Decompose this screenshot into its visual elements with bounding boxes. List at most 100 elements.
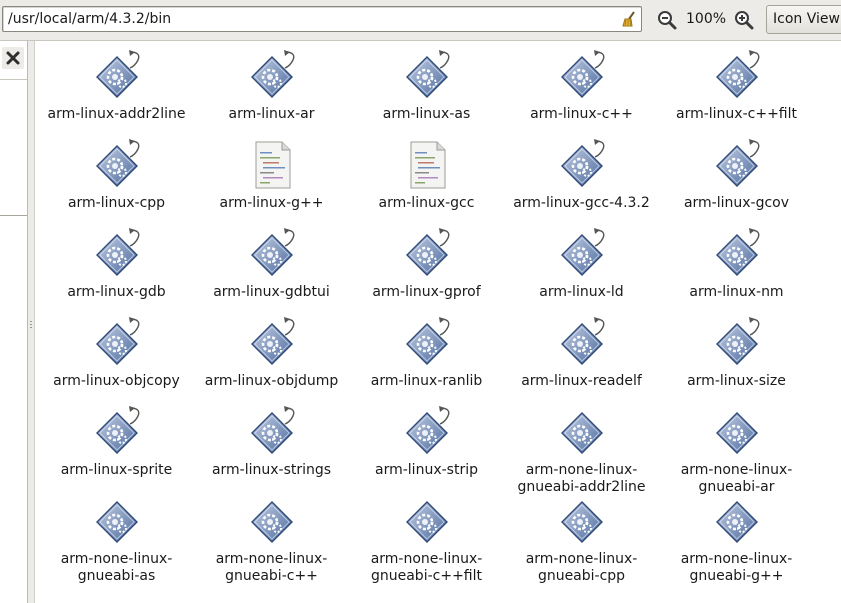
file-name-label: arm-linux-objcopy <box>39 373 194 390</box>
file-item[interactable]: arm-linux-gdbtui <box>194 222 349 301</box>
file-name-line-1: arm-none-linux- <box>215 551 328 567</box>
zoom-level: 100% <box>686 11 727 27</box>
file-item[interactable]: arm-linux-gcc-4.3.2 <box>504 133 659 212</box>
file-item[interactable]: arm-linux-nm <box>659 222 814 301</box>
executable-file-icon <box>556 138 608 190</box>
file-item[interactable]: arm-linux-objcopy <box>39 311 194 390</box>
text-script-file-icon <box>401 138 453 190</box>
file-name-label: arm-none-linux-gnueabi-c++filt <box>349 551 504 585</box>
file-name-line-1: arm-linux-strings <box>211 462 332 478</box>
side-pane-divider <box>0 215 27 216</box>
file-item[interactable]: arm-linux-strip <box>349 400 504 479</box>
executable-file-icon <box>556 49 608 101</box>
view-mode-button[interactable]: Icon View <box>766 5 841 34</box>
file-icon-grid: arm-linux-addr2line arm-linux-ar arm-lin… <box>39 44 841 603</box>
symlink-arrow-icon <box>748 228 761 248</box>
file-name-label: arm-linux-strip <box>349 462 504 479</box>
executable-file-icon <box>401 49 453 101</box>
file-item[interactable]: arm-linux-size <box>659 311 814 390</box>
executable-file-icon <box>401 316 453 368</box>
file-item[interactable]: arm-none-linux-gnueabi-as <box>39 489 194 585</box>
file-name-label: arm-linux-as <box>349 106 504 123</box>
file-name-line-1: arm-linux-gcov <box>683 195 790 211</box>
file-name-line-1: arm-none-linux- <box>680 462 793 478</box>
symlink-arrow-icon <box>748 317 761 337</box>
file-item[interactable]: arm-linux-c++filt <box>659 44 814 123</box>
file-name-line-1: arm-linux-ld <box>539 284 624 300</box>
file-item[interactable]: arm-none-linux-gnueabi-c++ <box>194 489 349 585</box>
executable-file-icon <box>556 316 608 368</box>
zoom-out-icon[interactable] <box>656 9 678 31</box>
file-item[interactable]: arm-none-linux-gnueabi-addr2line <box>504 400 659 496</box>
executable-file-icon <box>556 405 608 457</box>
file-item[interactable]: arm-linux-ld <box>504 222 659 301</box>
file-item[interactable]: arm-linux-ranlib <box>349 311 504 390</box>
location-path-text[interactable]: /usr/local/arm/4.3.2/bin <box>8 11 171 27</box>
symlink-arrow-icon <box>748 139 761 159</box>
file-name-line-1: arm-none-linux- <box>525 462 638 478</box>
zoom-in-icon[interactable] <box>733 9 755 31</box>
executable-file-icon <box>711 494 763 546</box>
file-item[interactable]: arm-linux-strings <box>194 400 349 479</box>
file-name-line-2: gnueabi-cpp <box>537 568 626 584</box>
broom-icon[interactable] <box>620 10 638 28</box>
executable-file-icon <box>91 138 143 190</box>
symlink-arrow-icon <box>438 228 451 248</box>
file-name-line-1: arm-linux-sprite <box>60 462 173 478</box>
executable-file-icon <box>246 49 298 101</box>
location-entry[interactable]: /usr/local/arm/4.3.2/bin <box>2 6 642 32</box>
file-item[interactable]: arm-linux-readelf <box>504 311 659 390</box>
file-item[interactable]: arm-linux-gcov <box>659 133 814 212</box>
symlink-arrow-icon <box>593 228 606 248</box>
file-name-line-2: gnueabi-c++filt <box>370 568 482 584</box>
file-item[interactable]: arm-linux-g++ <box>194 133 349 212</box>
file-item[interactable]: arm-none-linux-gnueabi-c++filt <box>349 489 504 585</box>
file-name-line-1: arm-linux-ranlib <box>370 373 483 389</box>
symlink-arrow-icon <box>128 317 141 337</box>
symlink-arrow-icon <box>438 317 451 337</box>
file-name-label: arm-linux-objdump <box>194 373 349 390</box>
file-name-line-1: arm-linux-addr2line <box>47 106 186 122</box>
file-name-label: arm-linux-addr2line <box>39 106 194 123</box>
file-item[interactable]: arm-linux-addr2line <box>39 44 194 123</box>
file-item[interactable]: arm-linux-as <box>349 44 504 123</box>
file-name-line-1: arm-linux-c++ <box>530 106 633 122</box>
executable-file-icon <box>401 227 453 279</box>
file-item[interactable]: arm-linux-gdb <box>39 222 194 301</box>
executable-file-icon <box>556 227 608 279</box>
file-name-label: arm-linux-cpp <box>39 195 194 212</box>
file-name-label: arm-linux-gcov <box>659 195 814 212</box>
executable-file-icon <box>711 405 763 457</box>
executable-file-icon <box>711 138 763 190</box>
file-item[interactable]: arm-none-linux-gnueabi-g++ <box>659 489 814 585</box>
close-icon[interactable] <box>2 47 24 69</box>
file-item[interactable]: arm-linux-c++ <box>504 44 659 123</box>
file-name-line-1: arm-linux-nm <box>689 284 784 300</box>
file-name-line-1: arm-linux-readelf <box>521 373 642 389</box>
file-name-line-1: arm-linux-gdb <box>67 284 166 300</box>
file-name-label: arm-linux-sprite <box>39 462 194 479</box>
file-name-line-1: arm-none-linux- <box>60 551 173 567</box>
symlink-arrow-icon <box>283 406 296 426</box>
file-item[interactable]: arm-linux-gprof <box>349 222 504 301</box>
file-name-line-1: arm-linux-cpp <box>67 195 166 211</box>
file-item[interactable]: arm-linux-cpp <box>39 133 194 212</box>
file-name-line-2: gnueabi-c++ <box>225 568 318 584</box>
executable-file-icon <box>91 227 143 279</box>
file-name-line-2: gnueabi-g++ <box>689 568 784 584</box>
file-name-label: arm-linux-gcc-4.3.2 <box>504 195 659 212</box>
pane-resize-handle[interactable] <box>28 41 35 603</box>
symlink-arrow-icon <box>128 406 141 426</box>
file-item[interactable]: arm-none-linux-gnueabi-ar <box>659 400 814 496</box>
file-name-line-1: arm-linux-gcc <box>378 195 475 211</box>
symlink-arrow-icon <box>748 50 761 70</box>
file-item[interactable]: arm-linux-ar <box>194 44 349 123</box>
file-item[interactable]: arm-linux-objdump <box>194 311 349 390</box>
file-item[interactable]: arm-linux-sprite <box>39 400 194 479</box>
file-item[interactable]: arm-linux-gcc <box>349 133 504 212</box>
file-name-line-1: arm-linux-objcopy <box>53 373 180 389</box>
file-name-line-1: arm-none-linux- <box>525 551 638 567</box>
file-item[interactable]: arm-none-linux-gnueabi-cpp <box>504 489 659 585</box>
file-name-line-1: arm-none-linux- <box>370 551 483 567</box>
file-name-line-1: arm-linux-gcc-4.3.2 <box>513 195 650 211</box>
